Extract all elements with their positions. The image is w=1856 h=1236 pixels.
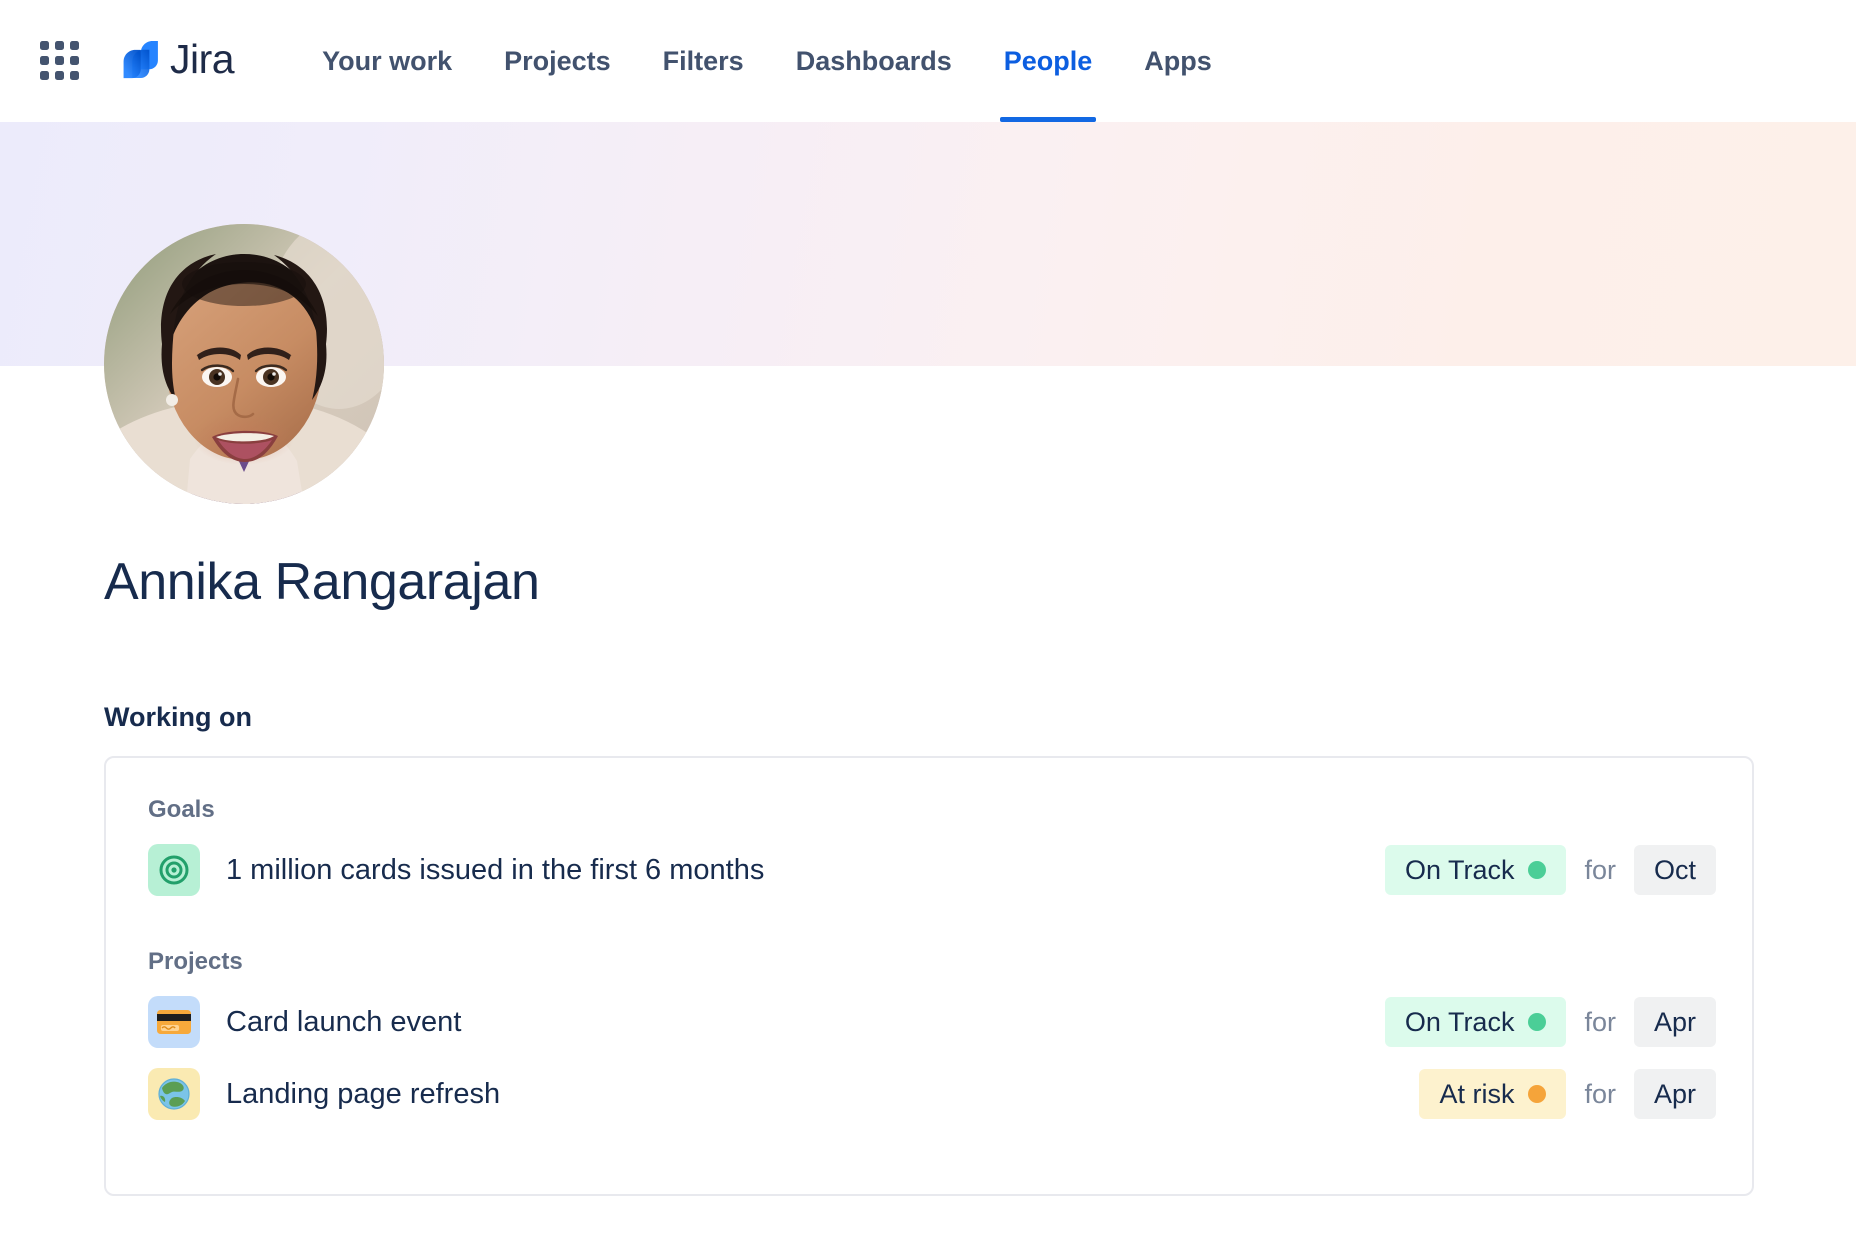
status-group: On Track for Apr <box>1385 997 1716 1047</box>
app-switcher-dot <box>40 71 49 80</box>
page-title: Annika Rangarajan <box>104 553 540 613</box>
status-badge-label: On Track <box>1405 855 1515 886</box>
status-group: On Track for Oct <box>1385 845 1716 895</box>
jira-wordmark: Jira <box>170 39 234 83</box>
status-badge[interactable]: At risk <box>1419 1069 1566 1119</box>
nav-item-people[interactable]: People <box>978 0 1119 122</box>
avatar-photo <box>104 224 384 504</box>
period-badge[interactable]: Apr <box>1634 997 1716 1047</box>
project-title: Landing page refresh <box>226 1078 500 1111</box>
nav-item-apps[interactable]: Apps <box>1118 0 1238 122</box>
avatar <box>104 224 384 504</box>
group-label-goals: Goals <box>148 796 1716 824</box>
app-switcher-dot <box>55 71 64 80</box>
nav-item-projects[interactable]: Projects <box>478 0 637 122</box>
working-on-card: Goals 1 million cards issued in the firs… <box>104 756 1754 1196</box>
goal-title: 1 million cards issued in the first 6 mo… <box>226 854 764 887</box>
list-item[interactable]: Landing page refresh At risk for Apr <box>148 1058 1716 1130</box>
status-for-label: for <box>1566 1007 1634 1038</box>
status-badge[interactable]: On Track <box>1385 845 1567 895</box>
credit-card-icon <box>148 996 200 1048</box>
primary-nav: Your work Projects Filters Dashboards Pe… <box>296 0 1238 122</box>
group-label-projects: Projects <box>148 948 1716 976</box>
top-navigation-bar: Jira Your work Projects Filters Dashboar… <box>0 0 1856 122</box>
nav-item-your-work[interactable]: Your work <box>296 0 478 122</box>
app-switcher-dot <box>55 56 64 65</box>
list-item[interactable]: 1 million cards issued in the first 6 mo… <box>148 834 1716 906</box>
app-switcher-dot <box>70 41 79 50</box>
period-badge[interactable]: Apr <box>1634 1069 1716 1119</box>
status-badge-label: On Track <box>1405 1007 1515 1038</box>
app-switcher-dot <box>40 41 49 50</box>
app-switcher-dot <box>70 71 79 80</box>
status-dot-icon <box>1528 1013 1546 1031</box>
app-switcher-dot <box>55 41 64 50</box>
app-switcher-dot <box>40 56 49 65</box>
project-title: Card launch event <box>226 1006 461 1039</box>
status-for-label: for <box>1566 1079 1634 1110</box>
status-for-label: for <box>1566 855 1634 886</box>
page-root: Jira Your work Projects Filters Dashboar… <box>0 0 1856 1236</box>
status-badge[interactable]: On Track <box>1385 997 1567 1047</box>
app-switcher-icon[interactable] <box>38 39 82 83</box>
status-dot-icon <box>1528 861 1546 879</box>
jira-home-link[interactable]: Jira <box>120 39 234 83</box>
status-group: At risk for Apr <box>1419 1069 1716 1119</box>
nav-item-filters[interactable]: Filters <box>637 0 770 122</box>
period-badge[interactable]: Oct <box>1634 845 1716 895</box>
jira-logo-icon <box>120 40 160 82</box>
status-dot-icon <box>1528 1085 1546 1103</box>
working-on-heading: Working on <box>104 702 252 733</box>
globe-icon <box>148 1068 200 1120</box>
list-item[interactable]: Card launch event On Track for Apr <box>148 986 1716 1058</box>
nav-item-dashboards[interactable]: Dashboards <box>770 0 978 122</box>
app-switcher-dot <box>70 56 79 65</box>
target-icon <box>148 844 200 896</box>
status-badge-label: At risk <box>1439 1079 1514 1110</box>
